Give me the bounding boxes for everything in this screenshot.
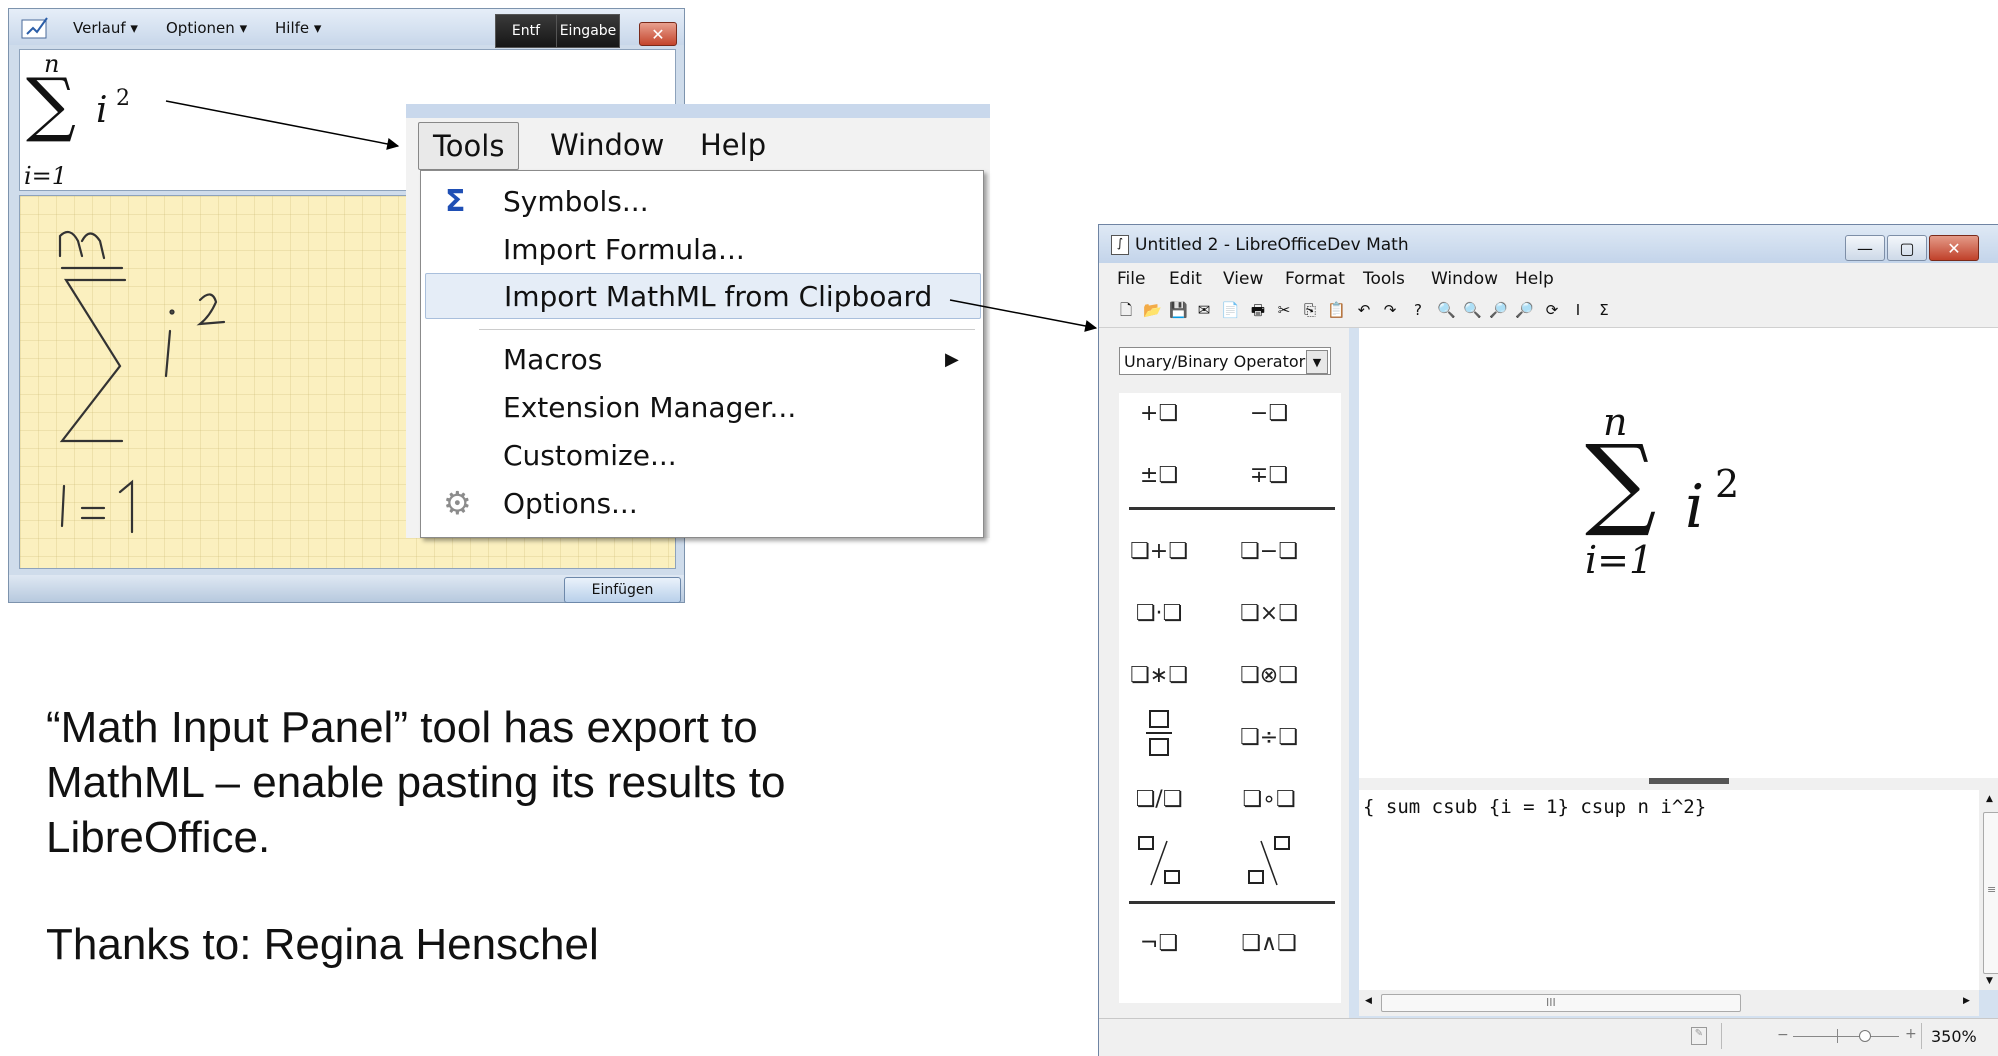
select-value: Unary/Binary Operators [1124, 351, 1314, 371]
zoom-in-icon[interactable]: 🔍 [1437, 301, 1456, 319]
scroll-down-icon[interactable]: ▼ [1986, 976, 1993, 986]
minimize-button[interactable]: — [1845, 235, 1885, 261]
element-wideslash[interactable] [1119, 833, 1199, 889]
element-divide[interactable]: ❏÷❏ [1229, 717, 1309, 757]
libreoffice-math-window: ∫ Untitled 2 - LibreOfficeDev Math — ▢ ✕… [1098, 224, 1998, 1056]
standard-toolbar: 🗋 📂 💾 ✉ 📄 🖶 ✂ ⎘ 📋 ↶ ↷? 🔍 🔍 🔎 🔎 ⟳ I Σ [1099, 293, 1998, 328]
status-bar: ✎ − + 350% [1099, 1018, 1998, 1056]
element-category-select[interactable]: Unary/Binary Operators ▼ [1119, 347, 1331, 375]
element-slash[interactable]: ❏/❏ [1119, 779, 1199, 819]
zoom-slider-thumb[interactable] [1859, 1030, 1871, 1042]
menu-file[interactable]: File [1117, 269, 1145, 289]
zoom-slider-mark [1837, 1029, 1838, 1043]
status-separator [1721, 1023, 1722, 1049]
menu-window[interactable]: Window [1431, 269, 1498, 289]
fraction-icon [1146, 710, 1172, 756]
scroll-right-icon[interactable]: ▶ [1963, 996, 1970, 1006]
command-editor[interactable]: { sum csub {i = 1} csup n i^2} [1359, 790, 1979, 990]
status-separator [1921, 1023, 1922, 1049]
element-neg[interactable]: ¬❏ [1119, 923, 1199, 963]
zoom-level[interactable]: 350% [1931, 1027, 1977, 1046]
copy-icon[interactable]: ⎘ [1301, 301, 1319, 319]
wideslash-icon [1138, 836, 1180, 886]
grip-icon: III [1546, 996, 1556, 1009]
formula-cursor-icon[interactable]: I [1569, 301, 1587, 319]
widebslash-icon [1248, 836, 1290, 886]
zoom-slider[interactable] [1793, 1036, 1899, 1037]
element-subtract[interactable]: ❏−❏ [1229, 531, 1309, 571]
caption-line: LibreOffice. [46, 813, 271, 862]
caption-thanks: Thanks to: Regina Henschel [46, 920, 599, 969]
caption-block: “Math Input Panel” tool has export to Ma… [46, 700, 785, 972]
paste-icon[interactable]: 📋 [1327, 301, 1346, 319]
chevron-down-icon[interactable]: ▼ [1306, 350, 1328, 374]
menu-view[interactable]: View [1223, 269, 1263, 289]
zoom-out-icon[interactable]: 🔍 [1463, 301, 1482, 319]
arrow-to-libreoffice [949, 299, 1098, 332]
print-icon[interactable]: 🖶 [1249, 301, 1267, 319]
vertical-scrollbar[interactable]: ▲ ≡ ▼ [1979, 790, 1998, 990]
show-all-icon[interactable]: 🔎 [1515, 301, 1534, 319]
element-plus[interactable]: +❏ [1119, 393, 1199, 433]
element-circ[interactable]: ❏∘❏ [1229, 779, 1309, 819]
update-icon[interactable]: ⟳ [1543, 301, 1561, 319]
formula-view[interactable]: n ∑ i=1 i 2 [1359, 328, 1998, 778]
command-text: { sum csub {i = 1} csup n i^2} [1363, 796, 1707, 818]
app-icon: ∫ [1111, 235, 1129, 255]
symbols-icon[interactable]: Σ [1595, 301, 1613, 319]
scroll-up-icon[interactable]: ▲ [1986, 794, 1993, 804]
element-dot[interactable]: ❏·❏ [1119, 593, 1199, 633]
element-asterisk[interactable]: ❏∗❏ [1119, 655, 1199, 695]
maximize-button[interactable]: ▢ [1887, 235, 1927, 261]
save-icon[interactable]: 💾 [1169, 301, 1188, 319]
element-times[interactable]: ❏×❏ [1229, 593, 1309, 633]
formula-body: i [1685, 472, 1705, 542]
element-minus-plus[interactable]: ∓❏ [1229, 455, 1309, 495]
close-button[interactable]: ✕ [1929, 235, 1979, 261]
element-fraction[interactable] [1119, 710, 1199, 756]
element-add[interactable]: ❏+❏ [1119, 531, 1199, 571]
element-otimes[interactable]: ❏⊗❏ [1229, 655, 1309, 695]
pane-splitter[interactable] [1359, 778, 1998, 790]
element-minus[interactable]: −❏ [1229, 393, 1309, 433]
elements-list: +❏ −❏ ±❏ ∓❏ ❏+❏ ❏−❏ ❏·❏ ❏×❏ ❏∗❏ ❏⊗❏ ❏÷❏ … [1119, 393, 1341, 1003]
zoom-out-icon[interactable]: − [1777, 1027, 1789, 1043]
formula-exponent: 2 [1715, 462, 1740, 506]
open-folder-icon[interactable]: 📂 [1143, 301, 1162, 319]
export-pdf-icon[interactable]: 📄 [1221, 301, 1240, 319]
elements-divider [1129, 901, 1335, 904]
window-title: Untitled 2 - LibreOfficeDev Math [1135, 235, 1409, 255]
element-widebslash[interactable] [1229, 833, 1309, 889]
elements-divider [1129, 507, 1335, 510]
formula-sum-symbol: ∑ [1585, 423, 1657, 540]
lo-title-bar: ∫ Untitled 2 - LibreOfficeDev Math — ▢ ✕ [1099, 225, 1998, 263]
help-icon[interactable]: ? [1409, 301, 1427, 319]
splitter-handle[interactable] [1649, 778, 1729, 784]
undo-icon[interactable]: ↶ [1355, 301, 1373, 319]
element-plus-minus[interactable]: ±❏ [1119, 455, 1199, 495]
lo-menu-bar: File Edit View Format Tools Window Help [1099, 263, 1998, 293]
arrow-to-tools-menu [165, 100, 400, 150]
menu-help[interactable]: Help [1515, 269, 1554, 289]
caption-line: MathML – enable pasting its results to [46, 758, 786, 807]
scroll-left-icon[interactable]: ◀ [1365, 996, 1372, 1006]
element-and[interactable]: ❏∧❏ [1229, 923, 1309, 963]
menu-edit[interactable]: Edit [1169, 269, 1202, 289]
document-modified-icon: ✎ [1691, 1027, 1707, 1045]
vertical-scroll-thumb[interactable]: ≡ [1983, 812, 1998, 974]
zoom-100-icon[interactable]: 🔎 [1489, 301, 1508, 319]
formula-lower-limit: i=1 [1585, 538, 1654, 582]
caption-line: “Math Input Panel” tool has export to [46, 703, 758, 752]
email-icon[interactable]: ✉ [1195, 301, 1213, 319]
menu-format[interactable]: Format [1285, 269, 1345, 289]
grip-icon: ≡ [1987, 883, 1997, 896]
menu-tools[interactable]: Tools [1363, 269, 1405, 289]
cut-icon[interactable]: ✂ [1275, 301, 1293, 319]
horizontal-scroll-thumb[interactable]: III [1381, 994, 1741, 1012]
redo-icon[interactable]: ↷ [1381, 301, 1399, 319]
horizontal-scrollbar[interactable]: ◀ III ▶ [1359, 990, 1979, 1016]
new-document-icon[interactable]: 🗋 [1117, 301, 1135, 319]
zoom-in-icon[interactable]: + [1905, 1026, 1917, 1042]
